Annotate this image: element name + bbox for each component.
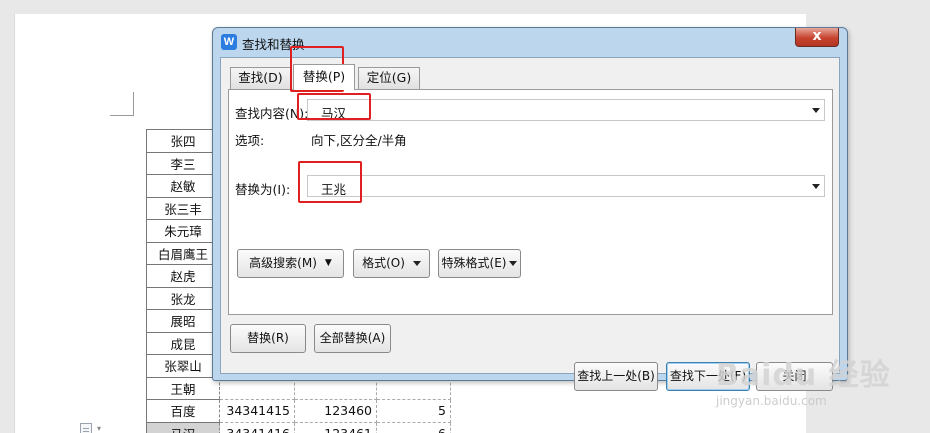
name-cell[interactable]: 张龙 [146,286,220,310]
number-cell[interactable]: 34341416 [219,421,295,433]
replace-button[interactable]: 替换(R) [230,324,306,353]
special-format-label: 特殊格式(E) [441,256,507,270]
table-row: 百度 34341415 123460 5 [146,399,451,423]
name-cell[interactable]: 马汉 [146,421,220,433]
number-cell[interactable]: 123460 [294,399,377,423]
name-cell[interactable]: 王朝 [146,376,220,400]
name-cell[interactable]: 张翠山 [146,354,220,378]
highlight-box-replace-value [298,161,362,203]
replace-with-combobox[interactable]: 王兆 [307,175,825,197]
dropdown-arrow-icon [509,261,518,266]
options-label: 选项: [235,133,265,148]
wps-writer-icon: W [221,34,237,50]
margin-mark [110,115,134,116]
name-cell[interactable]: 成昆 [146,331,220,355]
tab-replace[interactable]: 替换(P) [293,64,355,90]
close-window-button[interactable]: x [795,28,839,47]
highlight-box-find-value [297,93,371,120]
document-icon[interactable] [80,423,92,433]
name-cell[interactable]: 张三丰 [146,196,220,220]
options-value: 向下,区分全/半角 [311,133,407,148]
name-cell[interactable]: 张四 [146,129,220,153]
number-cell[interactable]: 5 [376,399,451,423]
table-row: 马汉343414161234616 [146,421,451,433]
number-cell[interactable]: 34341415 [219,399,295,423]
dropdown-arrow-icon [412,261,421,266]
chevron-down-icon[interactable]: ▾ [97,424,101,433]
name-cell[interactable]: 朱元璋 [146,219,220,243]
advanced-search-label: 高级搜索(M) [249,256,317,270]
name-cell[interactable]: 赵虎 [146,264,220,288]
format-button[interactable]: 格式(O) [353,249,430,278]
tab-find[interactable]: 查找(D) [230,67,291,89]
find-what-combobox[interactable]: 马汉 [307,99,825,121]
format-label: 格式(O) [362,256,405,270]
name-cell[interactable]: 赵敏 [146,174,220,198]
find-next-button[interactable]: 查找下一处(F) [666,362,750,391]
tab-goto[interactable]: 定位(G) [358,67,420,89]
dropdown-arrow-icon[interactable] [812,108,820,113]
name-cell[interactable]: 百度 [146,399,220,423]
dropdown-arrow-icon[interactable] [812,184,820,189]
replace-with-label: 替换为(I): [235,182,291,197]
name-cell[interactable]: 展昭 [146,309,220,333]
advanced-search-button[interactable]: 高级搜索(M) ▼ [237,249,344,278]
find-previous-button[interactable]: 查找上一处(B) [574,362,658,391]
special-format-button[interactable]: 特殊格式(E) [438,249,521,278]
double-chevron-down-icon: ▼ [324,258,332,268]
name-cell[interactable]: 白眉鹰王 [146,241,220,265]
number-cell[interactable]: 123461 [294,421,377,433]
margin-mark [133,92,134,116]
replace-all-button[interactable]: 全部替换(A) [314,324,391,353]
close-button[interactable]: 关闭 [756,362,833,391]
number-cell[interactable]: 6 [376,421,451,433]
name-cell[interactable]: 李三 [146,151,220,175]
find-replace-dialog: W 查找和替换 x 查找(D) 替换(P) 定位(G) 查找内容(N): 马汉 … [212,27,848,391]
